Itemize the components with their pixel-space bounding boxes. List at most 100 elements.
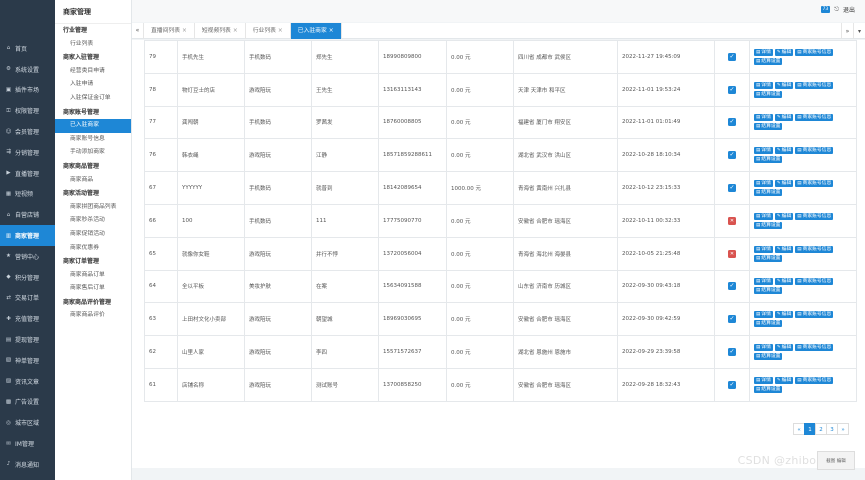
edit-button[interactable]: ✎编辑 [774,48,794,56]
sidebar-item[interactable]: ▨ 资讯文章 [0,371,55,392]
account-info-button[interactable]: ▤商家账号信息 [795,81,834,89]
account-info-button[interactable]: ▤商家账号信息 [795,212,834,220]
edit-button[interactable]: ✎编辑 [774,114,794,122]
settlement-button[interactable]: ▤结算设置 [754,287,783,295]
subnav-item[interactable]: 商家商品订单 [55,269,131,283]
settlement-button[interactable]: ▤结算设置 [754,254,783,262]
account-info-button[interactable]: ▤商家账号信息 [795,344,834,352]
edit-button[interactable]: ✎编辑 [774,81,794,89]
edit-button[interactable]: ✎编辑 [774,311,794,319]
status-checked-icon[interactable]: ✓ [728,184,736,193]
detail-button[interactable]: ▤详情 [754,81,773,89]
sidebar-item[interactable]: ⇶ 分销管理 [0,142,55,163]
sidebar-item[interactable]: ◆ 积分管理 [0,267,55,288]
subnav-item[interactable]: 经营类目申请 [55,65,131,79]
status-checked-icon[interactable]: ✓ [728,52,736,61]
subnav-item[interactable]: 商家商品 [55,174,131,188]
account-info-button[interactable]: ▤商家账号信息 [795,48,834,56]
sidebar-item[interactable]: ⌂ 首页 [0,38,55,59]
sidebar-item[interactable]: ⚙ 系统设置 [0,59,55,80]
status-unchecked-icon[interactable]: ✕ [728,216,736,225]
detail-button[interactable]: ▤详情 [754,311,773,319]
sidebar-item[interactable]: ♪ 消息通知 [0,454,55,475]
notification-badge[interactable]: 73 [820,6,831,13]
detail-button[interactable]: ▤详情 [754,147,773,155]
tab-item[interactable]: 短视频列表 × [195,22,246,39]
status-checked-icon[interactable]: ✓ [728,85,736,94]
settlement-button[interactable]: ▤结算设置 [754,156,783,164]
detail-button[interactable]: ▤详情 [754,48,773,56]
detail-button[interactable]: ▤详情 [754,376,773,384]
sidebar-item[interactable]: ▧ 神单管理 [0,350,55,371]
sidebar-item[interactable]: ▩ 广告设置 [0,392,55,413]
subnav-item[interactable]: 商家拼团商品列表 [55,201,131,215]
detail-button[interactable]: ▤详情 [754,278,773,286]
subnav-item[interactable]: 商家商品评价 [55,309,131,323]
sidebar-item[interactable]: ✚ 充值管理 [0,308,55,329]
subnav-item[interactable]: 入驻保证金订单 [55,92,131,106]
sidebar-item[interactable]: ▤ 提现管理 [0,329,55,350]
sidebar-item[interactable]: ◎ 城市区域 [0,412,55,433]
settlement-button[interactable]: ▤结算设置 [754,189,783,197]
sidebar-item[interactable]: ✉ IM管理 [0,433,55,454]
subnav-item[interactable]: 行业列表 [55,38,131,52]
settlement-button[interactable]: ▤结算设置 [754,385,783,393]
pagination-next[interactable]: » [837,423,849,435]
tab-scroll-right-icon[interactable]: » [841,23,853,39]
sidebar-item[interactable]: ⇄ 交易订单 [0,288,55,309]
close-icon[interactable]: × [233,28,238,34]
status-checked-icon[interactable]: ✓ [728,118,736,127]
sidebar-item[interactable]: ▦ 短视频 [0,184,55,205]
edit-button[interactable]: ✎编辑 [774,180,794,188]
settlement-button[interactable]: ▤结算设置 [754,123,783,131]
subnav-item[interactable]: 已入驻商家 [55,119,131,133]
account-info-button[interactable]: ▤商家账号信息 [795,245,834,253]
tab-item[interactable]: 已入驻商家 × [290,22,342,39]
status-checked-icon[interactable]: ✓ [728,151,736,160]
status-checked-icon[interactable]: ✓ [728,348,736,357]
detail-button[interactable]: ▤详情 [754,245,773,253]
edit-button[interactable]: ✎编辑 [774,344,794,352]
account-info-button[interactable]: ▤商家账号信息 [795,376,834,384]
tab-scroll-left-icon[interactable]: « [132,22,144,39]
sidebar-item[interactable]: ☺ 会员管理 [0,121,55,142]
exit-link[interactable]: 退出 [843,5,855,14]
detail-button[interactable]: ▤详情 [754,114,773,122]
exit-icon[interactable]: ⎋ [834,6,839,14]
close-icon[interactable]: × [278,28,283,34]
detail-button[interactable]: ▤详情 [754,344,773,352]
status-checked-icon[interactable]: ✓ [728,380,736,389]
subnav-item[interactable]: 手动添加商家 [55,146,131,160]
account-info-button[interactable]: ▤商家账号信息 [795,147,834,155]
sidebar-item[interactable]: ▥ 商家管理 [0,225,55,246]
tab-item[interactable]: 直播间列表 × [144,22,195,39]
edit-button[interactable]: ✎编辑 [774,147,794,155]
close-icon[interactable]: × [182,28,187,34]
edit-button[interactable]: ✎编辑 [774,245,794,253]
account-info-button[interactable]: ▤商家账号信息 [795,114,834,122]
account-info-button[interactable]: ▤商家账号信息 [795,311,834,319]
account-info-button[interactable]: ▤商家账号信息 [795,278,834,286]
settlement-button[interactable]: ▤结算设置 [754,353,783,361]
settlement-button[interactable]: ▤结算设置 [754,320,783,328]
edit-button[interactable]: ✎编辑 [774,212,794,220]
sidebar-item[interactable]: ★ 营销中心 [0,246,55,267]
subnav-item[interactable]: 商家优惠券 [55,242,131,256]
floating-screenshot-box[interactable]: 截图 编辑 [817,451,855,470]
detail-button[interactable]: ▤详情 [754,212,773,220]
status-unchecked-icon[interactable]: ✕ [728,249,736,258]
sidebar-item[interactable]: ⚿ 权限管理 [0,100,55,121]
close-icon[interactable]: × [329,28,334,34]
sidebar-item[interactable]: ⌂ 自营店铺 [0,204,55,225]
subnav-item[interactable]: 商家秒杀活动 [55,214,131,228]
edit-button[interactable]: ✎编辑 [774,278,794,286]
detail-button[interactable]: ▤详情 [754,180,773,188]
subnav-item[interactable]: 商家账号信息 [55,133,131,147]
settlement-button[interactable]: ▤结算设置 [754,90,783,98]
tab-close-menu-icon[interactable]: ▾ [853,23,865,39]
status-checked-icon[interactable]: ✓ [728,315,736,324]
sidebar-item[interactable]: ▣ 插件市场 [0,80,55,101]
tab-item[interactable]: 行业列表 × [246,22,291,39]
subnav-item[interactable]: 入驻申请 [55,78,131,92]
status-checked-icon[interactable]: ✓ [728,282,736,291]
